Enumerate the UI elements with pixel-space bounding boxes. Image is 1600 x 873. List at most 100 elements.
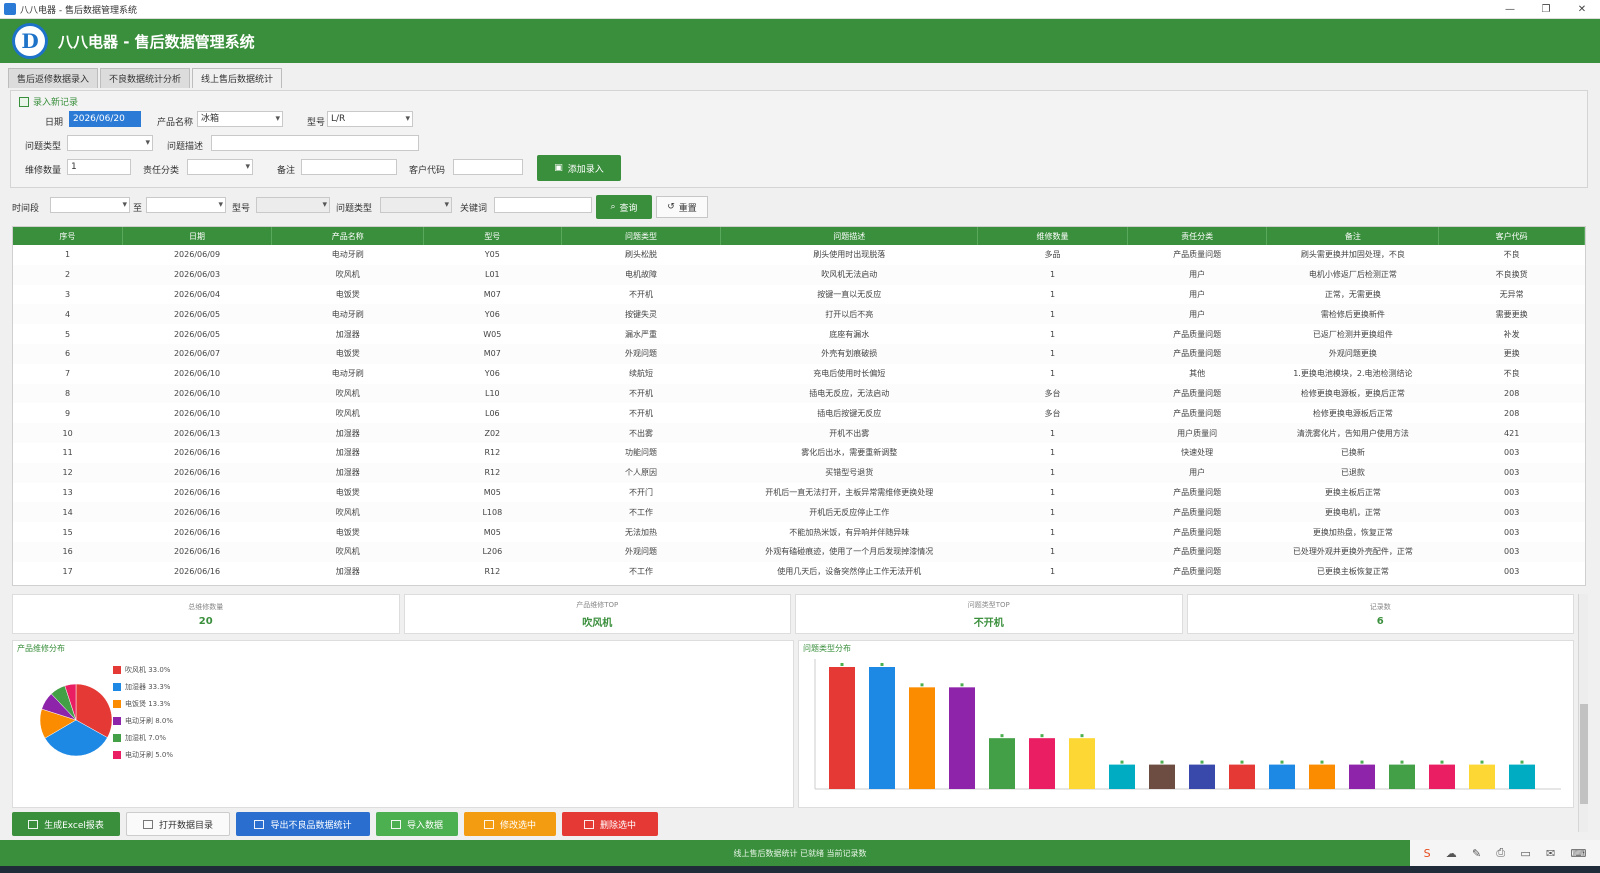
table-row[interactable]: 6 2026/06/07 电饭煲 M07 外观问题 外壳有划痕破损 1 产品质量问题 外观问题更… (13, 343, 1585, 364)
col-header-index[interactable]: 序号 (13, 227, 123, 245)
printer-icon[interactable]: ⎙ (1496, 846, 1505, 860)
table-row[interactable]: 4 2026/06/05 电动牙刷 Y06 按键失灵 打开以后不亮 1 用户 需检修后更换新件需… (13, 304, 1585, 325)
cell-remark: 更换电机，正常 (1266, 502, 1439, 523)
legend-label: 吹风机 33.0% (125, 665, 171, 674)
cell-customer: 不良 (1503, 250, 1520, 260)
table-row[interactable]: 15 2026/06/16 电饭煲 M05 无法加热 不能加热米饭，有异响并伴随异味 1 产品… (13, 522, 1585, 542)
col-header-customer[interactable]: 客户代码 (1438, 227, 1585, 245)
open-folder-button[interactable]: 打开数据目录 (126, 812, 230, 836)
qty-field[interactable]: 1 (67, 159, 131, 175)
col-header-problem-desc[interactable]: 问题描述 (720, 227, 979, 245)
add-record-button[interactable]: ▣ 添加录入 (537, 155, 621, 181)
qty-label: 维修数量 (25, 166, 62, 176)
maximize-icon[interactable]: ❐ (1528, 0, 1564, 19)
tab-defect-analysis[interactable]: 不良数据统计分析 (100, 68, 191, 88)
table-row[interactable]: 10 2026/06/13 加湿器 Z02 不出雾 开机不出雾 1 用户质量问 清洗雾化片，告知… (13, 423, 1585, 443)
end-date-field[interactable] (146, 197, 226, 213)
model-select[interactable]: L/R (327, 111, 413, 127)
col-header-category[interactable]: 责任分类 (1127, 227, 1268, 245)
bar (1349, 764, 1375, 789)
table-row[interactable]: 2 2026/06/03 吹风机 L01 电机故障 吹风机无法启动 1 用户 电机小修返厂后检测… (13, 264, 1585, 285)
bar (1109, 764, 1135, 789)
export-defects-button[interactable]: 导出不良品数据统计 (236, 812, 370, 836)
table-row[interactable]: 5 2026/06/05 加湿器 W05 漏水严重 底座有漏水 1 产品质量问题 已返厂检测并更… (13, 324, 1585, 344)
reset-button[interactable]: ↺ 重置 (656, 196, 708, 218)
cell-remark: 检修更换电源板后正常 (1312, 408, 1393, 418)
category-select[interactable] (187, 159, 253, 175)
table-row[interactable]: 14 2026/06/16 吹风机 L108 不工作 开机后无反应停止工作 1 产品质量问题更… (13, 502, 1585, 523)
col-header-remark[interactable]: 备注 (1266, 227, 1440, 245)
bar-marker (960, 683, 964, 687)
date-field[interactable]: 2026/06/20 (69, 111, 141, 127)
checkbox-icon[interactable] (19, 96, 29, 107)
minimize-icon[interactable]: — (1492, 0, 1528, 19)
cell-category: 产品质量问题 (1127, 343, 1267, 364)
cell-remark: 已换新 (1340, 448, 1365, 458)
col-header-model[interactable]: 型号 (423, 227, 562, 245)
cell-index: 11 (62, 448, 73, 458)
remark-field[interactable] (301, 159, 397, 175)
vertical-scrollbar[interactable] (1578, 594, 1588, 832)
customer-field[interactable] (453, 159, 523, 175)
bar (909, 687, 935, 789)
table-row[interactable]: 17 2026/06/16 加湿器 R12 不工作 使用几天后，设备突然停止工作无法开机 1… (13, 562, 1585, 582)
cell-product: 加湿器 (335, 567, 360, 577)
problem-type-select[interactable] (67, 135, 153, 151)
customer-label: 客户代码 (409, 166, 446, 176)
table-row[interactable]: 16 2026/06/16 吹风机 L206 外观问题 外观有磕碰痕迹，使用了一个月后发现… (13, 541, 1585, 562)
tab-online-stats[interactable]: 线上售后数据统计 (192, 68, 283, 88)
excel-report-button[interactable]: 生成Excel报表 (12, 812, 120, 836)
cell-problem-type: 外观问题 (561, 343, 721, 364)
table-row[interactable]: 1 2026/06/09 电动牙刷 Y05 刷头松脱 刷头使用时出现脱落 多品 产品质量问题 刷… (13, 245, 1585, 265)
problem-desc-field[interactable] (211, 135, 419, 151)
bar-marker (1360, 760, 1364, 764)
import-data-button[interactable]: 导入数据 (376, 812, 458, 836)
pen-icon[interactable]: ✎ (1472, 847, 1481, 860)
bar (989, 738, 1015, 789)
scroll-thumb[interactable] (1580, 704, 1588, 804)
cell-remark: 更换主板后正常 (1324, 487, 1381, 497)
delete-selected-button[interactable]: 删除选中 (562, 812, 658, 836)
keyboard-icon[interactable]: ⌨ (1570, 847, 1586, 860)
table-row[interactable]: 12 2026/06/16 加湿器 R12 个人原因 买错型号退货 1 用户 已退款 003 (13, 462, 1585, 483)
col-header-problem-type[interactable]: 问题类型 (561, 227, 722, 245)
keyword-input[interactable] (494, 197, 592, 213)
search-type-select[interactable] (380, 197, 452, 213)
table-row[interactable]: 7 2026/06/10 电动牙刷 Y06 续航短 充电后使用时长偏短 1 其他 1.更换电池模… (13, 364, 1585, 384)
product-select[interactable]: 冰箱 (197, 111, 283, 127)
edit-selected-button[interactable]: 修改选中 (464, 812, 556, 836)
legend-swatch (113, 682, 121, 691)
window-icon[interactable]: ▭ (1520, 847, 1530, 860)
tab-repair-entry[interactable]: 售后返修数据录入 (8, 68, 99, 88)
cell-index: 4 (13, 304, 123, 325)
cloud-icon[interactable]: ☁ (1446, 847, 1457, 860)
col-header-qty[interactable]: 维修数量 (977, 227, 1128, 245)
close-icon[interactable]: ✕ (1564, 0, 1600, 19)
cell-remark: 清洗雾化片，告知用户使用方法 (1266, 423, 1439, 443)
table-row[interactable]: 8 2026/06/10 吹风机 L10 不开机 插电无反应，无法启动 多台 产品质量问题 检修… (13, 383, 1585, 404)
table-row[interactable]: 11 2026/06/16 加湿器 R12 功能问题 雾化后出水，需要重新调整 1 快速处理 已… (13, 443, 1585, 463)
legend-item: 电动牙刷 8.0% (113, 712, 173, 729)
table-row[interactable]: 3 2026/06/04 电饭煲 M07 不开机 按键一直以无反应 1 用户 正常，无需更换 无异… (13, 285, 1585, 305)
query-button[interactable]: ⌕ 查询 (596, 195, 652, 219)
cell-category: 产品质量问题 (1173, 527, 1222, 537)
cell-model: M05 (483, 527, 501, 537)
search-model-select[interactable] (256, 197, 330, 213)
col-header-date[interactable]: 日期 (122, 227, 273, 245)
col-header-product[interactable]: 产品名称 (271, 227, 425, 245)
cell-problem-desc: 插电无反应，无法启动 (720, 383, 978, 404)
cell-qty: 1 (977, 541, 1128, 562)
notification-icon[interactable]: ✉ (1546, 847, 1555, 860)
cell-remark: 需检修后更换新件 (1266, 304, 1439, 325)
product-label: 产品名称 (157, 118, 194, 128)
cell-qty: 1 (977, 462, 1128, 483)
delete-icon (583, 819, 594, 829)
ime-icon[interactable]: S (1424, 847, 1431, 860)
cell-date: 2026/06/07 (122, 343, 272, 364)
start-date-field[interactable] (50, 197, 130, 213)
table-row[interactable]: 13 2026/06/16 电饭煲 M05 不开门 开机后一直无法打开，主板异常需维修更换… (13, 483, 1585, 503)
cell-date: 2026/06/16 (173, 487, 221, 497)
window-titlebar: 八八电器 - 售后数据管理系统 — ❐ ✕ (0, 0, 1600, 19)
cell-model: Z02 (423, 423, 562, 443)
table-row[interactable]: 9 2026/06/10 吹风机 L06 不开机 插电后按键无反应 多台 产品质量问题 检修更换… (13, 403, 1585, 423)
